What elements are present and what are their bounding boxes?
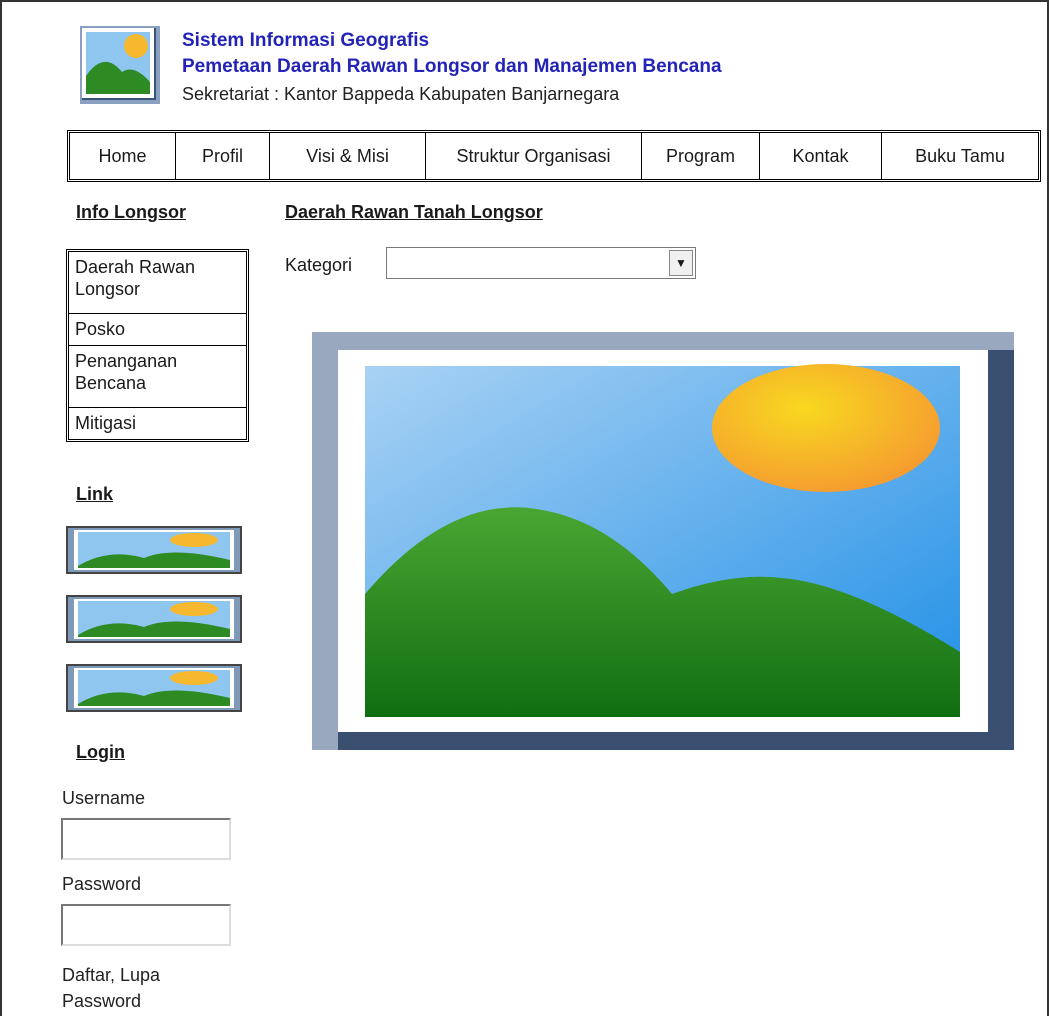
landscape-image-icon <box>68 528 240 572</box>
nav-visi-misi[interactable]: Visi & Misi <box>270 133 426 179</box>
kategori-label: Kategori <box>285 255 353 275</box>
password-label: Password <box>62 874 142 894</box>
username-input[interactable] <box>61 818 231 860</box>
landscape-image-icon <box>68 666 240 710</box>
nav-kontak[interactable]: Kontak <box>760 133 882 179</box>
sidebar-item-posko[interactable]: Posko <box>69 314 246 346</box>
site-subtitle-title: Pemetaan Daerah Rawan Longsor dan Manaje… <box>182 56 722 77</box>
nav-struktur-organisasi[interactable]: Struktur Organisasi <box>426 133 642 179</box>
sidebar-item-mitigasi[interactable]: Mitigasi <box>69 408 246 439</box>
nav-profil[interactable]: Profil <box>176 133 270 179</box>
page-title: Daerah Rawan Tanah Longsor <box>285 202 543 222</box>
chevron-down-icon[interactable]: ▼ <box>669 250 693 276</box>
kategori-select[interactable]: ▼ <box>386 247 696 279</box>
site-title: Sistem Informasi Geografis <box>182 30 430 51</box>
sidebar-item-penanganan-bencana[interactable]: Penanganan Bencana <box>69 346 246 408</box>
nav-program[interactable]: Program <box>642 133 760 179</box>
password-input[interactable] <box>61 904 231 946</box>
link-banner-1[interactable] <box>66 526 242 574</box>
landscape-image-icon <box>68 597 240 641</box>
link-banner-3[interactable] <box>66 664 242 712</box>
site-logo-icon <box>80 26 160 104</box>
username-label: Username <box>62 788 146 808</box>
sidebar-item-daerah-rawan[interactable]: Daerah Rawan Longsor <box>69 252 246 314</box>
nav-buku-tamu[interactable]: Buku Tamu <box>882 133 1038 179</box>
info-longsor-heading: Info Longsor <box>76 202 186 222</box>
register-forgot-password-link[interactable]: Daftar, Lupa Password <box>62 962 202 1014</box>
link-banner-2[interactable] <box>66 595 242 643</box>
landscape-image-icon <box>312 332 1014 750</box>
info-longsor-menu: Daerah Rawan Longsor Posko Penanganan Be… <box>66 249 249 442</box>
site-secretariat: Sekretariat : Kantor Bappeda Kabupaten B… <box>182 84 620 104</box>
link-heading: Link <box>76 484 114 504</box>
login-heading: Login <box>76 742 125 762</box>
nav-home[interactable]: Home <box>70 133 176 179</box>
main-nav: Home Profil Visi & Misi Struktur Organis… <box>67 130 1041 182</box>
